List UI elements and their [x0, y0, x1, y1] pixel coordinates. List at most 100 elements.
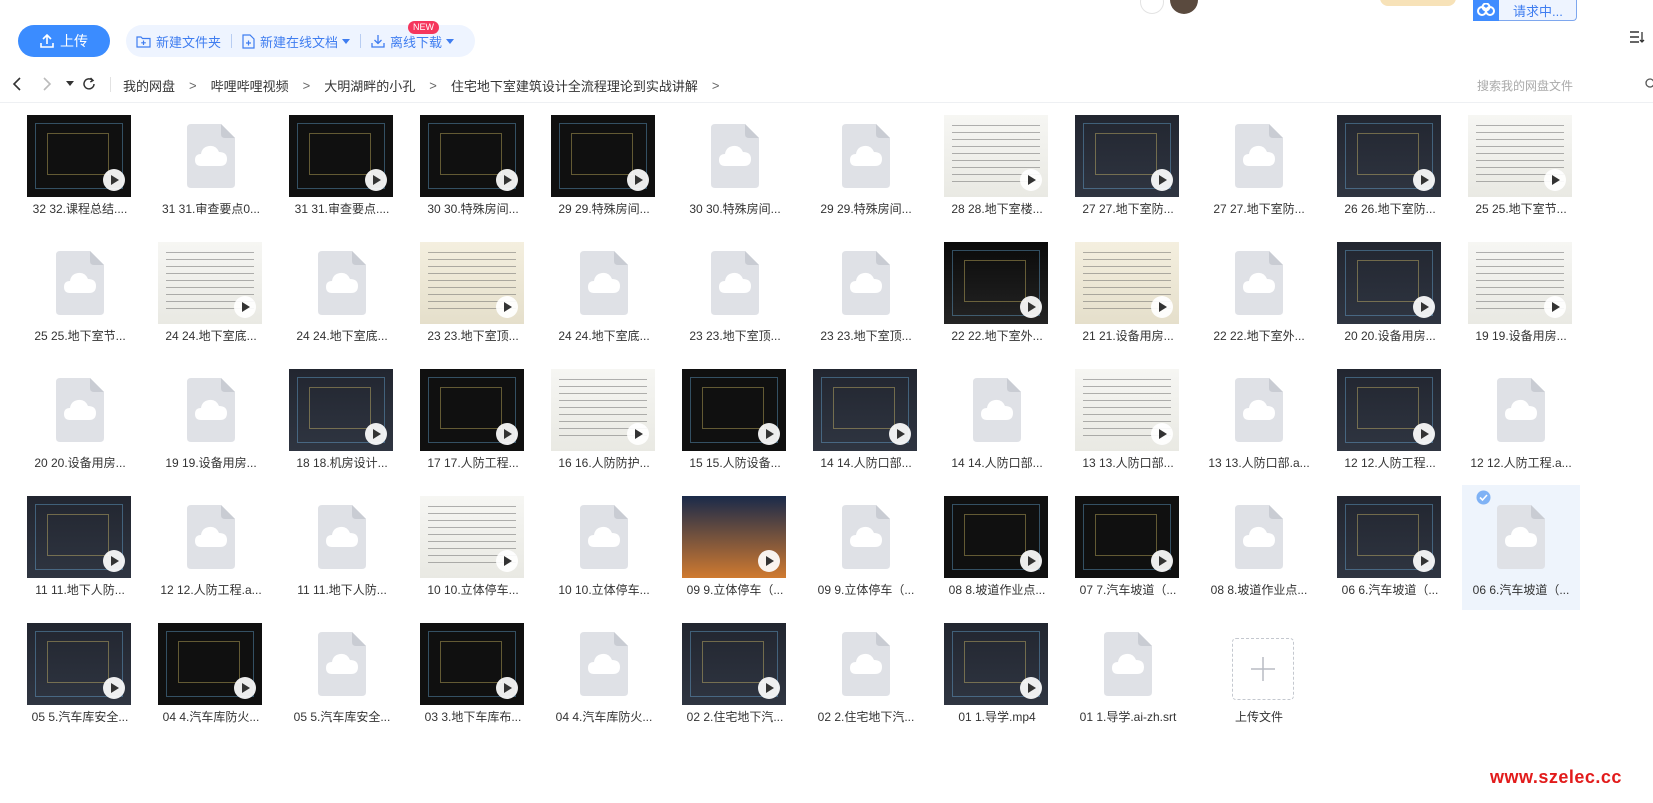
- breadcrumb-item[interactable]: 我的网盘: [123, 76, 175, 95]
- file-item[interactable]: 25 25.地下室节...: [21, 231, 139, 356]
- file-item[interactable]: 07 7.汽车坡道（...: [1069, 485, 1187, 610]
- file-item[interactable]: 24 24.地下室底...: [545, 231, 663, 356]
- file-item[interactable]: 30 30.特殊房间...: [414, 104, 532, 229]
- file-item[interactable]: 31 31.审查要点....: [283, 104, 401, 229]
- play-icon[interactable]: [103, 169, 125, 191]
- file-item[interactable]: 29 29.特殊房间...: [545, 104, 663, 229]
- play-icon[interactable]: [758, 550, 780, 572]
- file-item[interactable]: 08 8.坡道作业点...: [1200, 485, 1318, 610]
- file-item[interactable]: 22 22.地下室外...: [938, 231, 1056, 356]
- file-item[interactable]: 12 12.人防工程...: [1331, 358, 1449, 483]
- play-icon[interactable]: [1544, 169, 1566, 191]
- play-icon[interactable]: [103, 677, 125, 699]
- file-item[interactable]: 25 25.地下室节...: [1462, 104, 1580, 229]
- play-icon[interactable]: [889, 423, 911, 445]
- file-item[interactable]: 17 17.人防工程...: [414, 358, 532, 483]
- request-status-box[interactable]: 请求中...: [1473, 0, 1577, 21]
- file-item[interactable]: 24 24.地下室底...: [283, 231, 401, 356]
- list-view-icon[interactable]: [1629, 30, 1645, 44]
- file-item[interactable]: 04 4.汽车库防火...: [152, 612, 270, 737]
- file-item[interactable]: 14 14.人防口部...: [938, 358, 1056, 483]
- play-icon[interactable]: [234, 296, 256, 318]
- file-item[interactable]: 28 28.地下室楼...: [938, 104, 1056, 229]
- notification-icon[interactable]: [1140, 0, 1164, 14]
- file-item[interactable]: 05 5.汽车库安全...: [283, 612, 401, 737]
- play-icon[interactable]: [496, 296, 518, 318]
- forward-arrow-icon[interactable]: [42, 76, 52, 92]
- upload-button[interactable]: 上传: [18, 25, 110, 57]
- file-item[interactable]: 23 23.地下室顶...: [414, 231, 532, 356]
- file-item[interactable]: 29 29.特殊房间...: [807, 104, 925, 229]
- file-item[interactable]: 06 6.汽车坡道（...: [1331, 485, 1449, 610]
- file-item[interactable]: 32 32.课程总结....: [21, 104, 139, 229]
- file-item[interactable]: 27 27.地下室防...: [1200, 104, 1318, 229]
- file-item[interactable]: 02 2.住宅地下汽...: [807, 612, 925, 737]
- play-icon[interactable]: [1020, 550, 1042, 572]
- file-item[interactable]: 22 22.地下室外...: [1200, 231, 1318, 356]
- play-icon[interactable]: [365, 169, 387, 191]
- file-item[interactable]: 31 31.审查要点0...: [152, 104, 270, 229]
- new-folder-button[interactable]: 新建文件夹: [126, 25, 231, 57]
- file-item[interactable]: 03 3.地下车库布...: [414, 612, 532, 737]
- file-item[interactable]: 18 18.机房设计...: [283, 358, 401, 483]
- play-icon[interactable]: [496, 550, 518, 572]
- file-item[interactable]: 05 5.汽车库安全...: [21, 612, 139, 737]
- breadcrumb-item[interactable]: 哔哩哔哩视频: [211, 76, 289, 95]
- file-item[interactable]: 12 12.人防工程.a...: [1462, 358, 1580, 483]
- file-item[interactable]: 15 15.人防设备...: [676, 358, 794, 483]
- file-item[interactable]: 20 20.设备用房...: [21, 358, 139, 483]
- play-icon[interactable]: [496, 169, 518, 191]
- file-item[interactable]: 01 1.导学.ai-zh.srt: [1069, 612, 1187, 737]
- play-icon[interactable]: [627, 423, 649, 445]
- plus-icon[interactable]: [1232, 638, 1294, 700]
- file-item[interactable]: 08 8.坡道作业点...: [938, 485, 1056, 610]
- file-item[interactable]: 23 23.地下室顶...: [676, 231, 794, 356]
- file-item[interactable]: 10 10.立体停车...: [414, 485, 532, 610]
- play-icon[interactable]: [1020, 677, 1042, 699]
- play-icon[interactable]: [1544, 296, 1566, 318]
- play-icon[interactable]: [1413, 550, 1435, 572]
- file-item[interactable]: 27 27.地下室防...: [1069, 104, 1187, 229]
- file-item[interactable]: 26 26.地下室防...: [1331, 104, 1449, 229]
- file-item[interactable]: 16 16.人防防护...: [545, 358, 663, 483]
- file-item[interactable]: 09 9.立体停车（...: [676, 485, 794, 610]
- play-icon[interactable]: [758, 423, 780, 445]
- file-item[interactable]: 01 1.导学.mp4: [938, 612, 1056, 737]
- file-item[interactable]: 13 13.人防口部.a...: [1200, 358, 1318, 483]
- file-item[interactable]: 11 11.地下人防...: [21, 485, 139, 610]
- history-dropdown-icon[interactable]: [66, 81, 74, 87]
- file-item[interactable]: 12 12.人防工程.a...: [152, 485, 270, 610]
- file-item[interactable]: 21 21.设备用房...: [1069, 231, 1187, 356]
- file-item[interactable]: 19 19.设备用房...: [1462, 231, 1580, 356]
- play-icon[interactable]: [1151, 296, 1173, 318]
- search-input[interactable]: [1475, 74, 1649, 98]
- file-item[interactable]: 13 13.人防口部...: [1069, 358, 1187, 483]
- play-icon[interactable]: [234, 677, 256, 699]
- back-arrow-icon[interactable]: [12, 76, 22, 92]
- breadcrumb-item[interactable]: 大明湖畔的小孔: [324, 76, 415, 95]
- play-icon[interactable]: [1151, 550, 1173, 572]
- play-icon[interactable]: [1413, 169, 1435, 191]
- file-item[interactable]: 10 10.立体停车...: [545, 485, 663, 610]
- breadcrumb-item[interactable]: 住宅地下室建筑设计全流程理论到实战讲解: [451, 76, 698, 95]
- play-icon[interactable]: [758, 677, 780, 699]
- play-icon[interactable]: [1413, 296, 1435, 318]
- play-icon[interactable]: [103, 550, 125, 572]
- avatar[interactable]: [1170, 0, 1198, 14]
- file-item[interactable]: 30 30.特殊房间...: [676, 104, 794, 229]
- file-item[interactable]: 06 6.汽车坡道（...: [1462, 485, 1580, 610]
- file-item[interactable]: 20 20.设备用房...: [1331, 231, 1449, 356]
- checkbox-checked-icon[interactable]: [1476, 490, 1491, 510]
- file-item[interactable]: 19 19.设备用房...: [152, 358, 270, 483]
- file-item[interactable]: 09 9.立体停车（...: [807, 485, 925, 610]
- search-icon[interactable]: [1645, 78, 1653, 90]
- play-icon[interactable]: [496, 423, 518, 445]
- play-icon[interactable]: [1020, 296, 1042, 318]
- upload-file-tile[interactable]: 上传文件: [1200, 612, 1318, 737]
- vip-badge[interactable]: [1380, 0, 1456, 6]
- file-item[interactable]: 11 11.地下人防...: [283, 485, 401, 610]
- play-icon[interactable]: [1020, 169, 1042, 191]
- new-online-doc-button[interactable]: 新建在线文档 NEW: [232, 21, 440, 57]
- file-item[interactable]: 14 14.人防口部...: [807, 358, 925, 483]
- file-item[interactable]: 04 4.汽车库防火...: [545, 612, 663, 737]
